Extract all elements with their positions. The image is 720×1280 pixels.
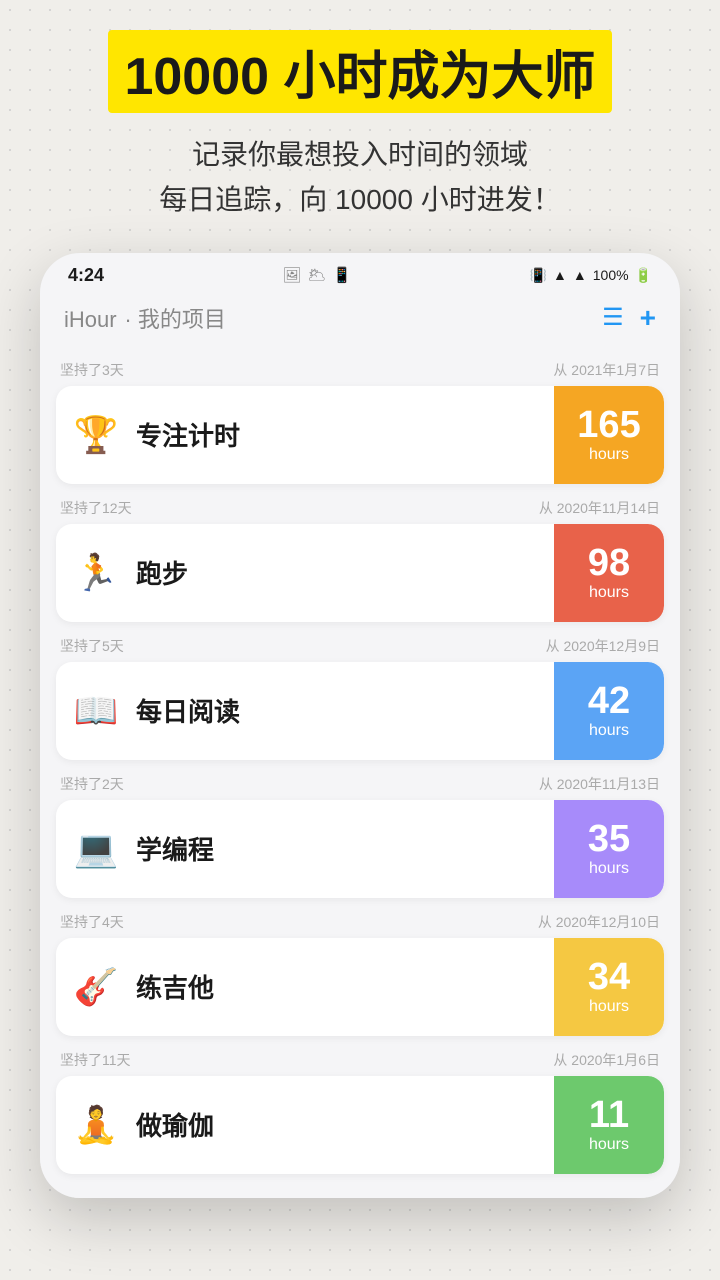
project-section-2: 坚持了5天 从 2020年12月9日 📖 每日阅读 42 hours [56,626,664,760]
project-hours-3: 35 hours [554,800,664,898]
project-card-3[interactable]: 💻 学编程 35 hours [56,800,664,898]
battery-icon: 🔋 [635,267,652,284]
phone-frame: 4:24 🖼 🌥 📱 📳 ▲ ▲ 100% 🔋 iHour · 我的项目 ☰ +… [40,253,680,1198]
project-name-1: 跑步 [136,554,554,591]
project-streak-1: 坚持了12天 [60,498,132,518]
project-since-4: 从 2020年12月10日 [538,912,660,932]
wifi-icon: ▲ [553,267,567,283]
project-streak-0: 坚持了3天 [60,360,124,380]
project-name-2: 每日阅读 [136,692,554,729]
hours-number-4: 34 [588,958,630,996]
project-hours-4: 34 hours [554,938,664,1036]
project-meta-2: 坚持了5天 从 2020年12月9日 [56,626,664,662]
photo-icon: 🖼 [282,266,301,284]
project-meta-1: 坚持了12天 从 2020年11月14日 [56,488,664,524]
project-since-0: 从 2021年1月7日 [553,360,660,380]
hours-number-2: 42 [588,682,630,720]
add-project-button[interactable]: + [640,302,656,334]
project-icon-0: 🏆 [56,396,136,474]
battery-text: 100% [593,267,629,283]
project-icon-5: 🧘 [56,1086,136,1164]
project-streak-2: 坚持了5天 [60,636,124,656]
project-meta-4: 坚持了4天 从 2020年12月10日 [56,902,664,938]
app-name: iHour [64,307,117,332]
signal-icon: ▲ [573,267,587,283]
project-section-0: 坚持了3天 从 2021年1月7日 🏆 专注计时 165 hours [56,350,664,484]
project-section-4: 坚持了4天 从 2020年12月10日 🎸 练吉他 34 hours [56,902,664,1036]
hours-label-0: hours [589,446,629,464]
list-view-button[interactable]: ☰ [602,303,624,332]
weather-icon: 🌥 [307,266,326,284]
hours-number-5: 11 [589,1096,629,1134]
project-hours-0: 165 hours [554,386,664,484]
project-since-1: 从 2020年11月14日 [539,498,660,518]
hours-label-4: hours [589,998,629,1016]
project-hours-2: 42 hours [554,662,664,760]
project-streak-3: 坚持了2天 [60,774,124,794]
project-hours-5: 11 hours [554,1076,664,1174]
app-title: iHour · 我的项目 [64,302,226,334]
header-icons: ☰ + [602,302,656,334]
project-since-2: 从 2020年12月9日 [546,636,660,656]
project-since-5: 从 2020年1月6日 [553,1050,660,1070]
project-section-1: 坚持了12天 从 2020年11月14日 🏃 跑步 98 hours [56,488,664,622]
project-card-4[interactable]: 🎸 练吉他 34 hours [56,938,664,1036]
status-icons: 📳 ▲ ▲ 100% 🔋 [530,267,652,284]
hero-section: 10000 小时成为大师 记录你最想投入时间的领域 每日追踪，向 10000 小… [108,30,611,253]
app-header: iHour · 我的项目 ☰ + [40,294,680,350]
hours-label-2: hours [589,722,629,740]
project-list: 坚持了3天 从 2021年1月7日 🏆 专注计时 165 hours 坚持了12… [40,350,680,1198]
project-icon-4: 🎸 [56,948,136,1026]
app-subtitle: · 我的项目 [124,307,225,332]
status-bar: 4:24 🖼 🌥 📱 📳 ▲ ▲ 100% 🔋 [40,253,680,294]
project-card-2[interactable]: 📖 每日阅读 42 hours [56,662,664,760]
hours-number-0: 165 [577,406,640,444]
hours-label-3: hours [589,860,629,878]
hero-title: 10000 小时成为大师 [108,30,611,113]
project-card-5[interactable]: 🧘 做瑜伽 11 hours [56,1076,664,1174]
project-since-3: 从 2020年11月13日 [539,774,660,794]
project-card-0[interactable]: 🏆 专注计时 165 hours [56,386,664,484]
project-name-0: 专注计时 [136,416,554,453]
hours-label-1: hours [589,584,629,602]
phone-icon: 📱 [333,266,352,284]
project-name-3: 学编程 [136,830,554,867]
project-name-5: 做瑜伽 [136,1106,554,1143]
status-left-icons: 🖼 🌥 📱 [282,266,351,284]
hero-subtitle: 记录你最想投入时间的领域 每日追踪，向 10000 小时进发！ [108,133,611,223]
project-meta-3: 坚持了2天 从 2020年11月13日 [56,764,664,800]
project-meta-0: 坚持了3天 从 2021年1月7日 [56,350,664,386]
project-icon-1: 🏃 [56,534,136,612]
project-hours-1: 98 hours [554,524,664,622]
hours-label-5: hours [589,1136,629,1154]
hours-number-1: 98 [588,544,630,582]
status-time: 4:24 [68,265,104,286]
project-card-1[interactable]: 🏃 跑步 98 hours [56,524,664,622]
project-icon-2: 📖 [56,672,136,750]
project-meta-5: 坚持了11天 从 2020年1月6日 [56,1040,664,1076]
project-icon-3: 💻 [56,810,136,888]
project-section-5: 坚持了11天 从 2020年1月6日 🧘 做瑜伽 11 hours [56,1040,664,1174]
hours-number-3: 35 [588,820,630,858]
vibrate-icon: 📳 [530,267,547,284]
project-section-3: 坚持了2天 从 2020年11月13日 💻 学编程 35 hours [56,764,664,898]
project-streak-5: 坚持了11天 [60,1050,131,1070]
project-name-4: 练吉他 [136,968,554,1005]
project-streak-4: 坚持了4天 [60,912,124,932]
